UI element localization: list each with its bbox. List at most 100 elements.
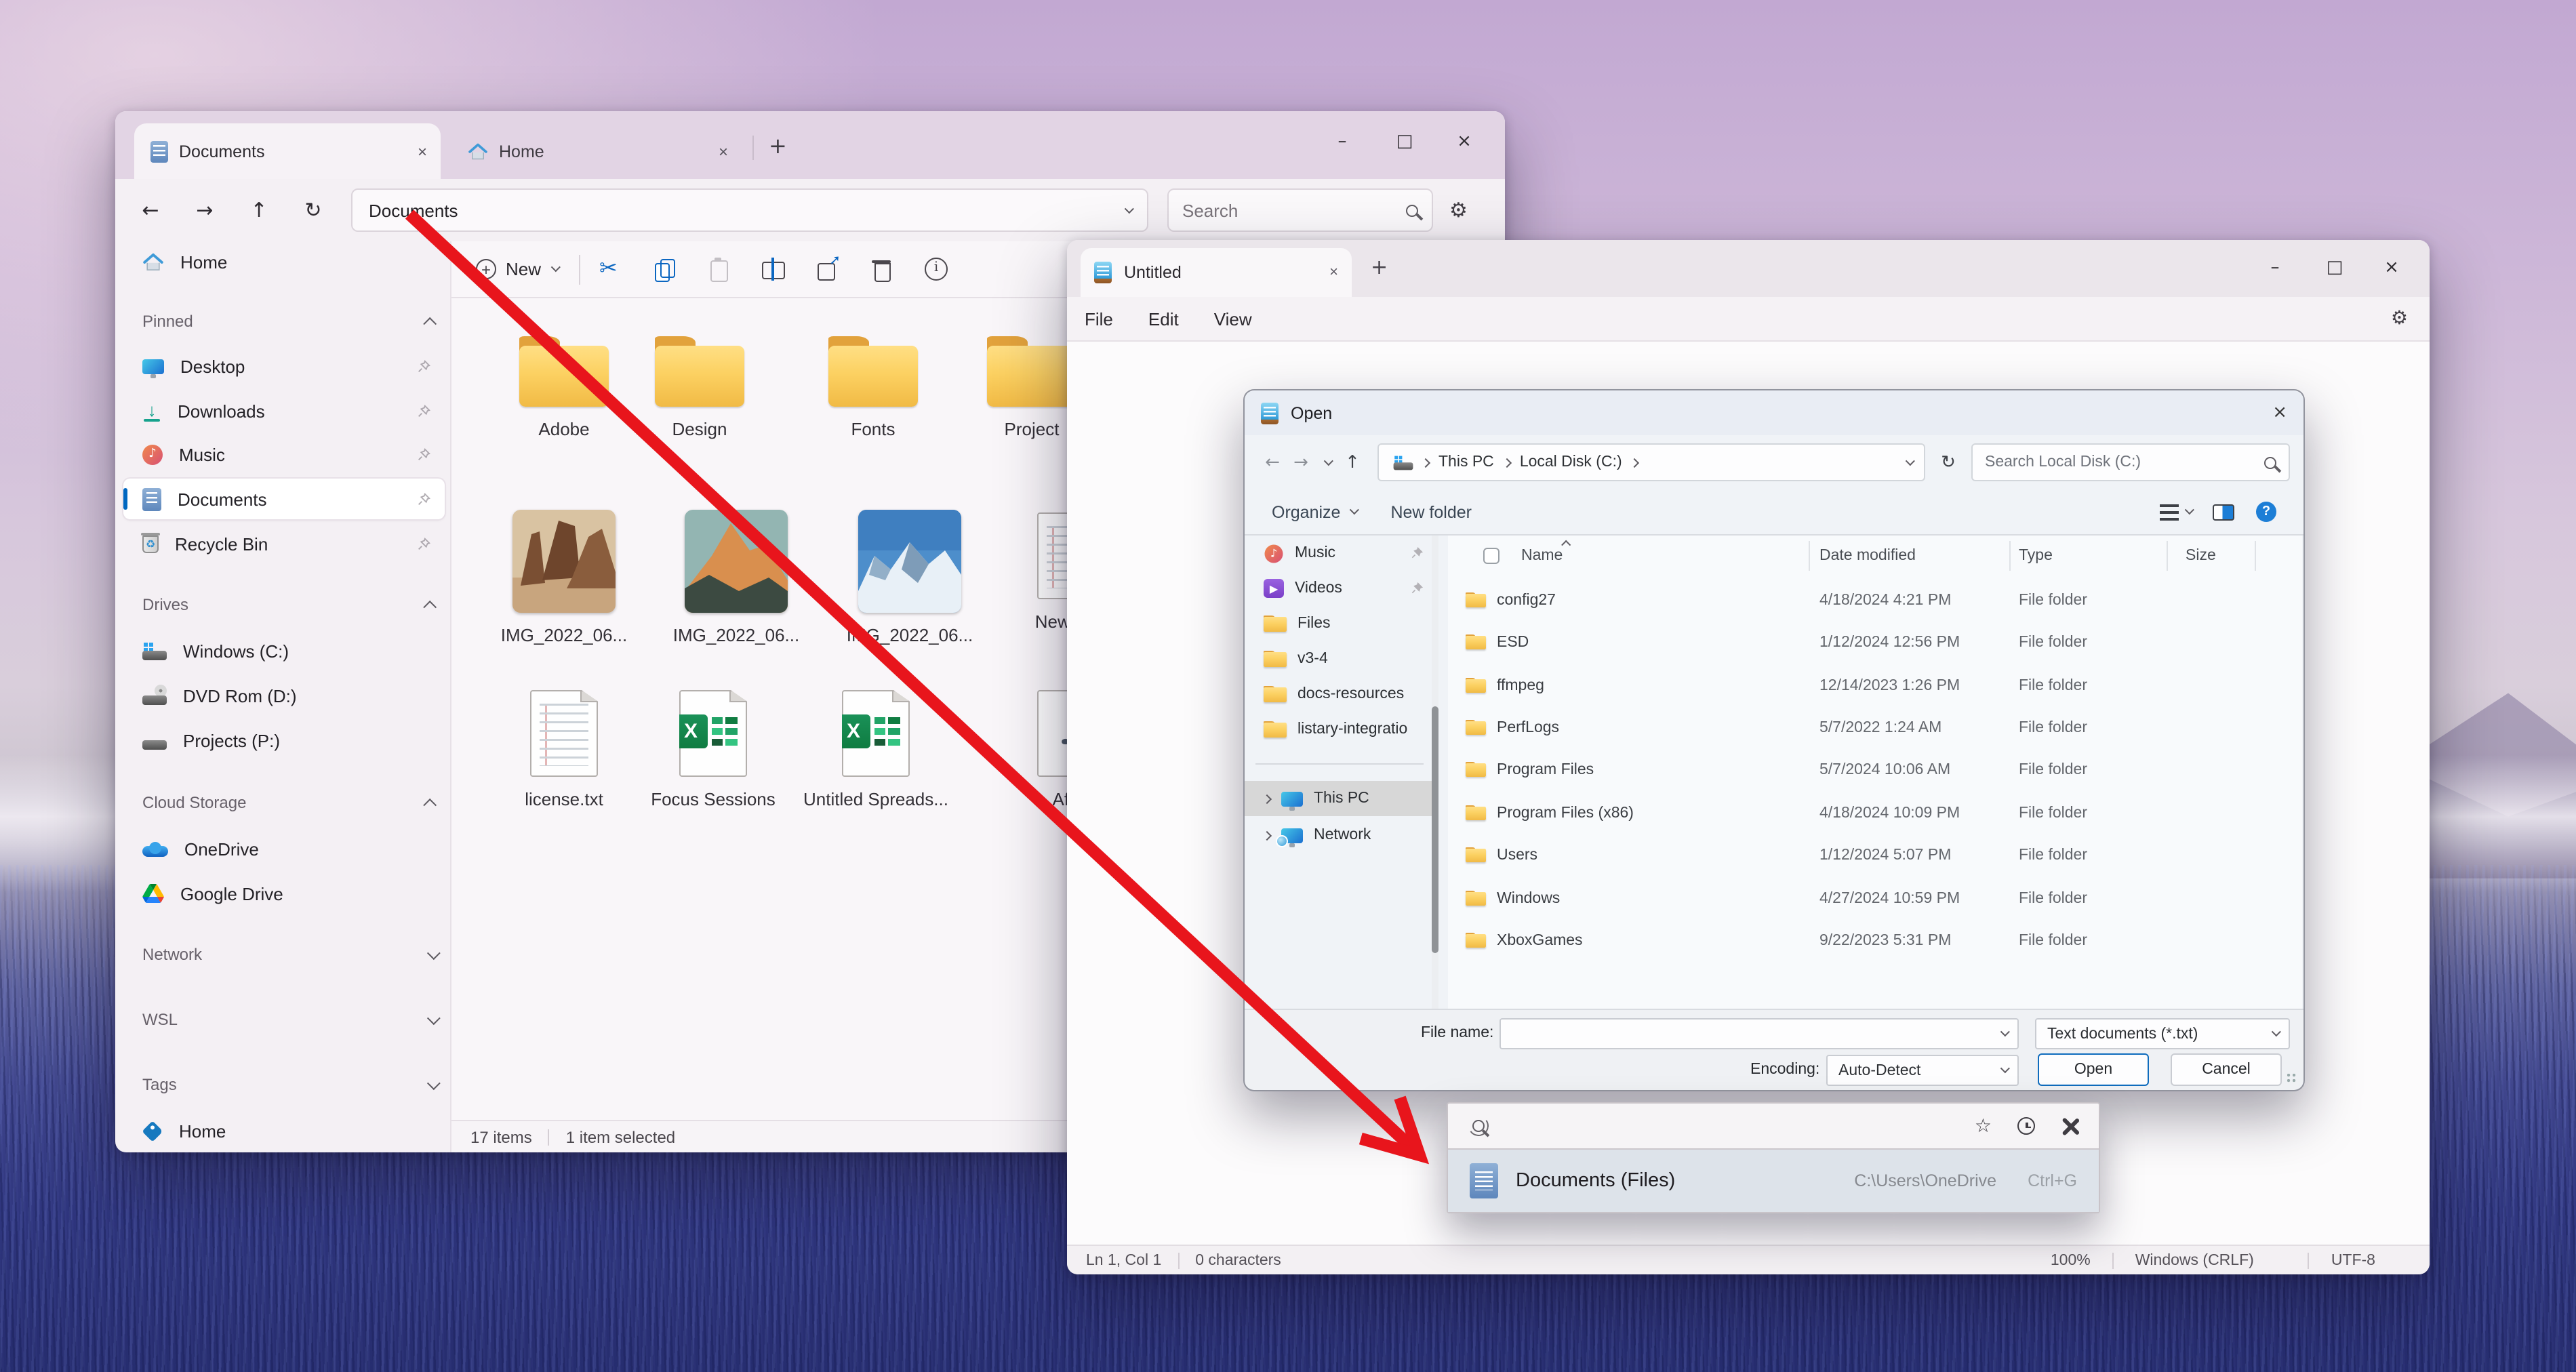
favorites-icon[interactable]: ☆	[1975, 1115, 1992, 1137]
address-bar[interactable]: Documents	[351, 188, 1148, 232]
file-type-select[interactable]: Text documents (*.txt)	[2035, 1018, 2290, 1049]
column-header-type[interactable]: Type	[2019, 536, 2053, 576]
sidebar-item-projects-p[interactable]: Projects (P:)	[123, 720, 445, 761]
delete-icon[interactable]	[870, 258, 893, 282]
grid-item-file[interactable]: license.txt	[489, 690, 639, 809]
file-row[interactable]: ffmpeg 12/14/2023 1:26 PM File folder	[1448, 664, 2302, 706]
close-button[interactable]: ×	[2272, 403, 2287, 423]
select-all-checkbox[interactable]	[1483, 548, 1500, 564]
file-row[interactable]: Program Files (x86) 4/18/2024 10:09 PM F…	[1448, 792, 2302, 834]
sidebar-item-documents[interactable]: Documents	[123, 479, 445, 519]
file-row[interactable]: config27 4/18/2024 4:21 PM File folder	[1448, 579, 2302, 621]
tab-close-icon[interactable]: ×	[418, 142, 427, 161]
close-button[interactable]: ×	[1434, 111, 1494, 171]
file-row[interactable]: Program Files 5/7/2024 10:06 AM File fol…	[1448, 748, 2302, 790]
tab-close-icon[interactable]: ×	[1329, 264, 1338, 281]
copy-icon[interactable]	[653, 258, 677, 282]
up-icon[interactable]: ↑	[232, 198, 286, 222]
tools-icon[interactable]	[2061, 1116, 2080, 1135]
sidebar-item-desktop[interactable]: Desktop	[123, 346, 445, 386]
new-tab-button[interactable]: +	[1371, 255, 1388, 279]
file-row[interactable]: PerfLogs 5/7/2022 1:24 AM File folder	[1448, 706, 2302, 748]
dialog-sidebar-v3-4[interactable]: v3-4	[1253, 641, 1426, 677]
menu-view[interactable]: View	[1196, 308, 1270, 329]
share-icon[interactable]	[816, 254, 841, 281]
forward-icon[interactable]: →	[178, 198, 232, 222]
file-name-input[interactable]	[1500, 1018, 2019, 1049]
gear-icon[interactable]: ⚙	[1449, 198, 1468, 222]
rename-icon[interactable]	[762, 258, 786, 281]
tab-close-icon[interactable]: ×	[719, 142, 728, 161]
encoding-select[interactable]: Auto-Detect	[1826, 1055, 2019, 1086]
palette-result-row[interactable]: Documents (Files) C:\Users\OneDrive Ctrl…	[1448, 1148, 2099, 1212]
chevron-up-icon[interactable]	[423, 797, 437, 811]
refresh-icon[interactable]: ↻	[286, 198, 340, 222]
column-header-size[interactable]: Size	[2186, 536, 2216, 576]
notepad-settings-icon[interactable]: ⚙	[2391, 308, 2408, 329]
close-button[interactable]: ×	[2362, 240, 2421, 294]
breadcrumb-local-disk[interactable]: Local Disk (C:)	[1520, 454, 1622, 470]
sidebar-section-wsl[interactable]: WSL	[142, 1002, 441, 1037]
palette-search-row[interactable]: ☆	[1448, 1104, 2099, 1148]
sidebar-item-onedrive[interactable]: OneDrive	[123, 828, 445, 869]
sidebar-item-google-drive[interactable]: Google Drive	[123, 873, 445, 914]
dialog-sidebar-this-pc[interactable]: This PC	[1245, 781, 1434, 816]
sidebar-item-recycle-bin[interactable]: Recycle Bin	[123, 523, 445, 564]
menu-file[interactable]: File	[1067, 308, 1131, 329]
sidebar-item-dvd-d[interactable]: DVD Rom (D:)	[123, 675, 445, 716]
file-row[interactable]: XboxGames 9/22/2023 5:31 PM File folder	[1448, 919, 2302, 961]
recent-locations-icon[interactable]	[1323, 456, 1333, 466]
back-icon[interactable]: ←	[123, 198, 178, 222]
minimize-button[interactable]: –	[1312, 111, 1372, 171]
sidebar-section-drives[interactable]: Drives	[142, 587, 437, 622]
sidebar-section-pinned[interactable]: Pinned	[142, 304, 437, 339]
dialog-sidebar-listary-integration[interactable]: listary-integratio	[1253, 712, 1426, 747]
preview-pane-icon[interactable]	[2213, 504, 2234, 520]
grid-item-image[interactable]: IMG_2022_06...	[648, 510, 824, 645]
sidebar-item-music[interactable]: ♪ Music	[123, 434, 445, 475]
chevron-down-icon[interactable]	[426, 1011, 441, 1025]
new-button[interactable]: + New	[476, 259, 561, 279]
column-header-name[interactable]: Name	[1521, 536, 1563, 576]
view-mode-button[interactable]	[2160, 504, 2194, 520]
dialog-sidebar-music[interactable]: ♪ Music	[1253, 536, 1426, 571]
dialog-sidebar-network[interactable]: Network	[1245, 818, 1434, 853]
grid-item-image[interactable]: IMG_2022_06...	[476, 510, 652, 645]
tab-home[interactable]: Home ×	[451, 123, 742, 179]
sidebar-item-windows-c[interactable]: Windows (C:)	[123, 630, 445, 671]
paste-icon[interactable]	[708, 258, 731, 282]
file-row[interactable]: ESD 1/12/2024 12:56 PM File folder	[1448, 621, 2302, 663]
chevron-down-icon[interactable]	[426, 946, 441, 960]
scrollbar-thumb[interactable]	[1432, 706, 1438, 953]
maximize-button[interactable]: □	[1375, 111, 1434, 171]
cancel-button[interactable]: Cancel	[2171, 1053, 2282, 1086]
address-dropdown-icon[interactable]	[1124, 203, 1134, 214]
chevron-up-icon[interactable]	[423, 599, 437, 613]
back-icon[interactable]: ←	[1258, 452, 1287, 472]
column-header-date[interactable]: Date modified	[1819, 536, 1916, 576]
dialog-sidebar-docs-resources[interactable]: docs-resources	[1253, 677, 1426, 712]
up-icon[interactable]: ↑	[1338, 452, 1367, 472]
chevron-up-icon[interactable]	[423, 316, 437, 330]
sidebar-section-network[interactable]: Network	[142, 937, 441, 972]
forward-icon[interactable]: →	[1287, 452, 1315, 472]
file-row[interactable]: Users 1/12/2024 5:07 PM File folder	[1448, 834, 2302, 876]
minimize-button[interactable]: –	[2245, 240, 2305, 294]
sidebar-item-home[interactable]: Home	[123, 241, 445, 282]
new-tab-button[interactable]: +	[769, 133, 787, 159]
grid-item-file[interactable]: X Untitled Spreads...	[788, 690, 964, 809]
dialog-sidebar-videos[interactable]: ▶ Videos	[1253, 571, 1426, 606]
grid-item-folder[interactable]: Fonts	[792, 336, 954, 439]
grid-item-folder[interactable]: Design	[618, 336, 781, 439]
menu-edit[interactable]: Edit	[1131, 308, 1196, 329]
encoding[interactable]: UTF-8	[2331, 1252, 2375, 1268]
chevron-down-icon[interactable]	[426, 1076, 441, 1090]
info-icon[interactable]	[925, 258, 948, 281]
dialog-sidebar-files[interactable]: Files	[1253, 606, 1426, 641]
refresh-icon[interactable]: ↻	[1925, 452, 1971, 472]
file-row[interactable]: Windows 4/27/2024 10:59 PM File folder	[1448, 877, 2302, 919]
grid-item-file[interactable]: X Focus Sessions	[625, 690, 801, 809]
help-icon[interactable]: ?	[2256, 502, 2276, 522]
history-icon[interactable]	[2017, 1117, 2035, 1135]
breadcrumb-this-pc[interactable]: This PC	[1438, 454, 1494, 470]
